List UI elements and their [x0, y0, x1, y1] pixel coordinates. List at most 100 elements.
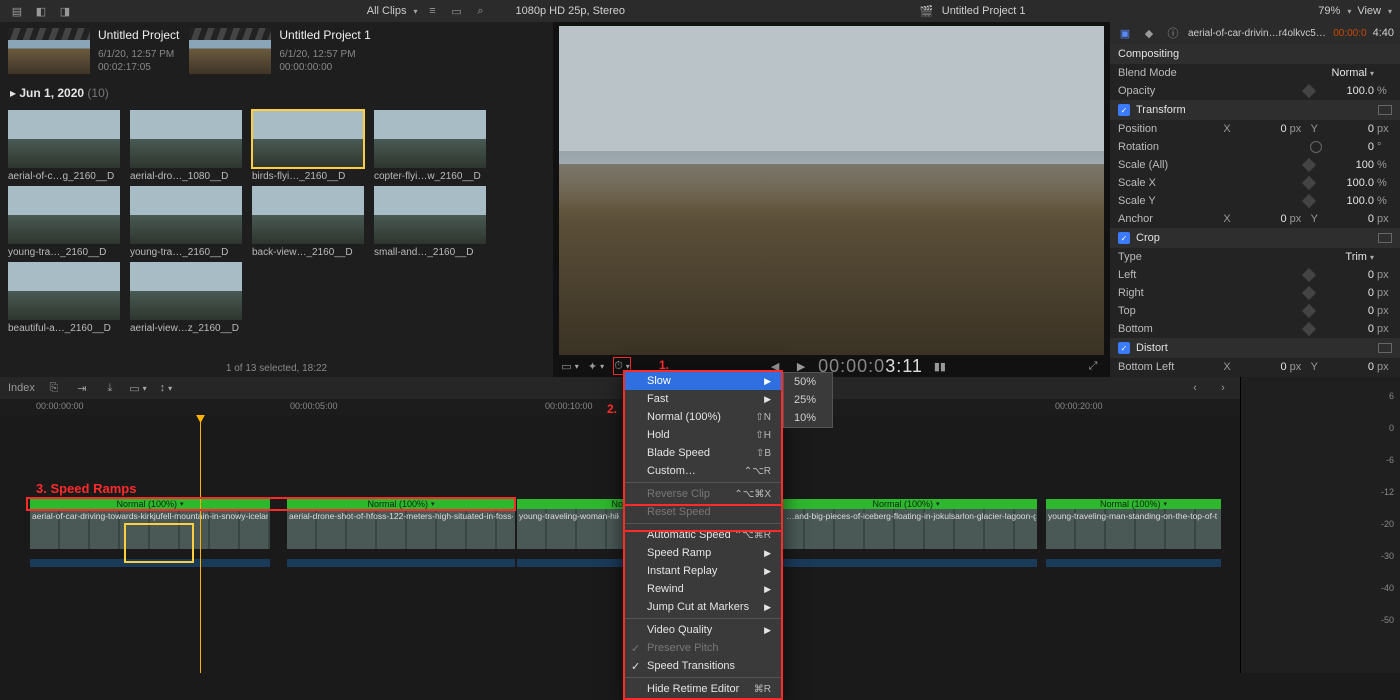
menu-jump-cut[interactable]: Jump Cut at Markers▶	[625, 598, 781, 616]
submenu-25[interactable]: 25%	[784, 391, 832, 409]
keyframe-icon[interactable]	[1302, 84, 1316, 98]
crop-right-value[interactable]: 0	[1322, 287, 1374, 299]
clip-item[interactable]: young-tra…_2160__D	[8, 186, 120, 258]
filmstrip-icon[interactable]: ▭	[448, 2, 466, 20]
clapper-icon[interactable]: 🎬	[918, 2, 936, 20]
append-clip-icon[interactable]: ⤓	[101, 379, 119, 397]
info-inspector-icon[interactable]: ⓘ	[1164, 24, 1182, 42]
blend-mode-value[interactable]: Normal	[1322, 67, 1374, 79]
clip-item[interactable]: small-and…_2160__D	[374, 186, 486, 258]
clip-item[interactable]: back-view…_2160__D	[252, 186, 364, 258]
distort-header[interactable]: ✓Distort	[1110, 338, 1400, 358]
transform-tool-icon[interactable]: ▭	[561, 357, 579, 375]
compositing-header[interactable]: Compositing	[1110, 44, 1400, 64]
anchor-y[interactable]: 0	[1322, 213, 1374, 225]
keyframe-icon[interactable]	[1302, 322, 1316, 336]
reset-icon[interactable]	[1378, 233, 1392, 243]
timeline-history-fwd-icon[interactable]: ›	[1214, 379, 1232, 397]
library-icon[interactable]: ▤	[8, 2, 26, 20]
crop-header[interactable]: ✓Crop	[1110, 228, 1400, 248]
insert-clip-icon[interactable]: ⇥	[73, 379, 91, 397]
collection-header[interactable]: ▸ Jun 1, 2020 (10)	[0, 80, 553, 106]
titles-icon[interactable]: ◨	[56, 2, 74, 20]
clip-item[interactable]: copter-flyi…w_2160__D	[374, 110, 486, 182]
zoom-dropdown[interactable]: 79%	[1318, 5, 1351, 17]
color-tool-icon[interactable]: ✦	[587, 357, 605, 375]
video-inspector-icon[interactable]: ▣	[1116, 24, 1134, 42]
bottom-left-x[interactable]: 0	[1235, 361, 1287, 373]
bottom-left-y[interactable]: 0	[1322, 361, 1374, 373]
submenu-10[interactable]: 10%	[784, 409, 832, 427]
keyframe-icon[interactable]	[1302, 176, 1316, 190]
overwrite-clip-icon[interactable]: ▭	[129, 379, 147, 397]
menu-instant-replay[interactable]: Instant Replay▶	[625, 562, 781, 580]
scale-x-value[interactable]: 100.0	[1322, 177, 1374, 189]
scale-y-value[interactable]: 100.0	[1322, 195, 1374, 207]
clip-item[interactable]: young-tra…_2160__D	[130, 186, 242, 258]
menu-speed-ramp[interactable]: Speed Ramp▶	[625, 544, 781, 562]
position-x[interactable]: 0	[1235, 123, 1287, 135]
position-y[interactable]: 0	[1322, 123, 1374, 135]
view-dropdown[interactable]: View	[1357, 5, 1392, 17]
menu-fast[interactable]: Fast▶	[625, 390, 781, 408]
reset-icon[interactable]	[1378, 343, 1392, 353]
event-card[interactable]: Untitled Project 1 6/1/20, 12:57 PM 00:0…	[189, 28, 370, 74]
menu-video-quality[interactable]: Video Quality▶	[625, 621, 781, 639]
distort-checkbox[interactable]: ✓	[1118, 342, 1130, 354]
menu-normal[interactable]: Normal (100%)⇧N	[625, 408, 781, 426]
menu-custom[interactable]: Custom…⌃⌥R	[625, 462, 781, 480]
timeline-clip[interactable]	[775, 499, 1037, 559]
keyframe-icon[interactable]	[1302, 158, 1316, 172]
submenu-50[interactable]: 50%	[784, 373, 832, 391]
keyframe-icon[interactable]	[1302, 268, 1316, 282]
menu-blade-speed[interactable]: Blade Speed⇧B	[625, 444, 781, 462]
menu-hide-retime[interactable]: Hide Retime Editor⌘R	[625, 680, 781, 698]
timeline-clip[interactable]	[287, 499, 515, 559]
timeline-ruler[interactable]: 00:00:00:00 00:00:05:00 00:00:10:00 00:0…	[0, 399, 1240, 415]
timeline-history-back-icon[interactable]: ‹	[1186, 379, 1204, 397]
fullscreen-icon[interactable]: ⤢	[1084, 357, 1102, 375]
tools-icon[interactable]: ↕	[157, 379, 175, 397]
menu-speed-transitions[interactable]: Speed Transitions	[625, 657, 781, 675]
crop-type-value[interactable]: Trim	[1322, 251, 1374, 263]
clip-filter-dropdown[interactable]: All Clips	[367, 5, 418, 17]
menu-hold[interactable]: Hold⇧H	[625, 426, 781, 444]
playhead[interactable]	[200, 415, 201, 673]
audio-lane[interactable]	[30, 559, 270, 567]
clip-item[interactable]: birds-flyi…_2160__D	[252, 110, 364, 182]
timeline-clip[interactable]	[1046, 499, 1221, 559]
viewer-frame[interactable]	[559, 26, 1104, 355]
menu-rewind[interactable]: Rewind▶	[625, 580, 781, 598]
anchor-x[interactable]: 0	[1235, 213, 1287, 225]
menu-slow[interactable]: Slow▶	[625, 372, 781, 390]
clip-item[interactable]: beautiful-a…_2160__D	[8, 262, 120, 334]
audio-lane[interactable]	[775, 559, 1037, 567]
reset-icon[interactable]	[1378, 105, 1392, 115]
keyframe-icon[interactable]	[1302, 304, 1316, 318]
scale-all-value[interactable]: 100	[1322, 159, 1374, 171]
crop-left-value[interactable]: 0	[1322, 269, 1374, 281]
timeline-tracks[interactable]: 3. Speed Ramps Normal (100%) Normal (100…	[0, 415, 1240, 673]
keyframe-icon[interactable]	[1302, 194, 1316, 208]
search-icon[interactable]: ⌕	[472, 2, 490, 20]
crop-top-value[interactable]: 0	[1322, 305, 1374, 317]
index-button[interactable]: Index	[8, 382, 35, 394]
rotation-value[interactable]: 0	[1322, 141, 1374, 153]
rotation-dial[interactable]	[1310, 141, 1322, 153]
color-inspector-icon[interactable]: ◆	[1140, 24, 1158, 42]
crop-checkbox[interactable]: ✓	[1118, 232, 1130, 244]
connect-clip-icon[interactable]: ⎘	[45, 379, 63, 397]
opacity-value[interactable]: 100.0	[1322, 85, 1374, 97]
next-frame-icon[interactable]: ▮▮	[931, 357, 949, 375]
list-view-icon[interactable]: ≡	[424, 2, 442, 20]
audio-lane[interactable]	[287, 559, 515, 567]
clip-item[interactable]: aerial-dro…_1080__D	[130, 110, 242, 182]
clip-item[interactable]: aerial-view…z_2160__D	[130, 262, 242, 334]
timeline-clip[interactable]	[30, 499, 270, 559]
photos-icon[interactable]: ◧	[32, 2, 50, 20]
crop-bottom-value[interactable]: 0	[1322, 323, 1374, 335]
transform-checkbox[interactable]: ✓	[1118, 104, 1130, 116]
audio-lane[interactable]	[1046, 559, 1221, 567]
keyframe-icon[interactable]	[1302, 286, 1316, 300]
transform-header[interactable]: ✓Transform	[1110, 100, 1400, 120]
